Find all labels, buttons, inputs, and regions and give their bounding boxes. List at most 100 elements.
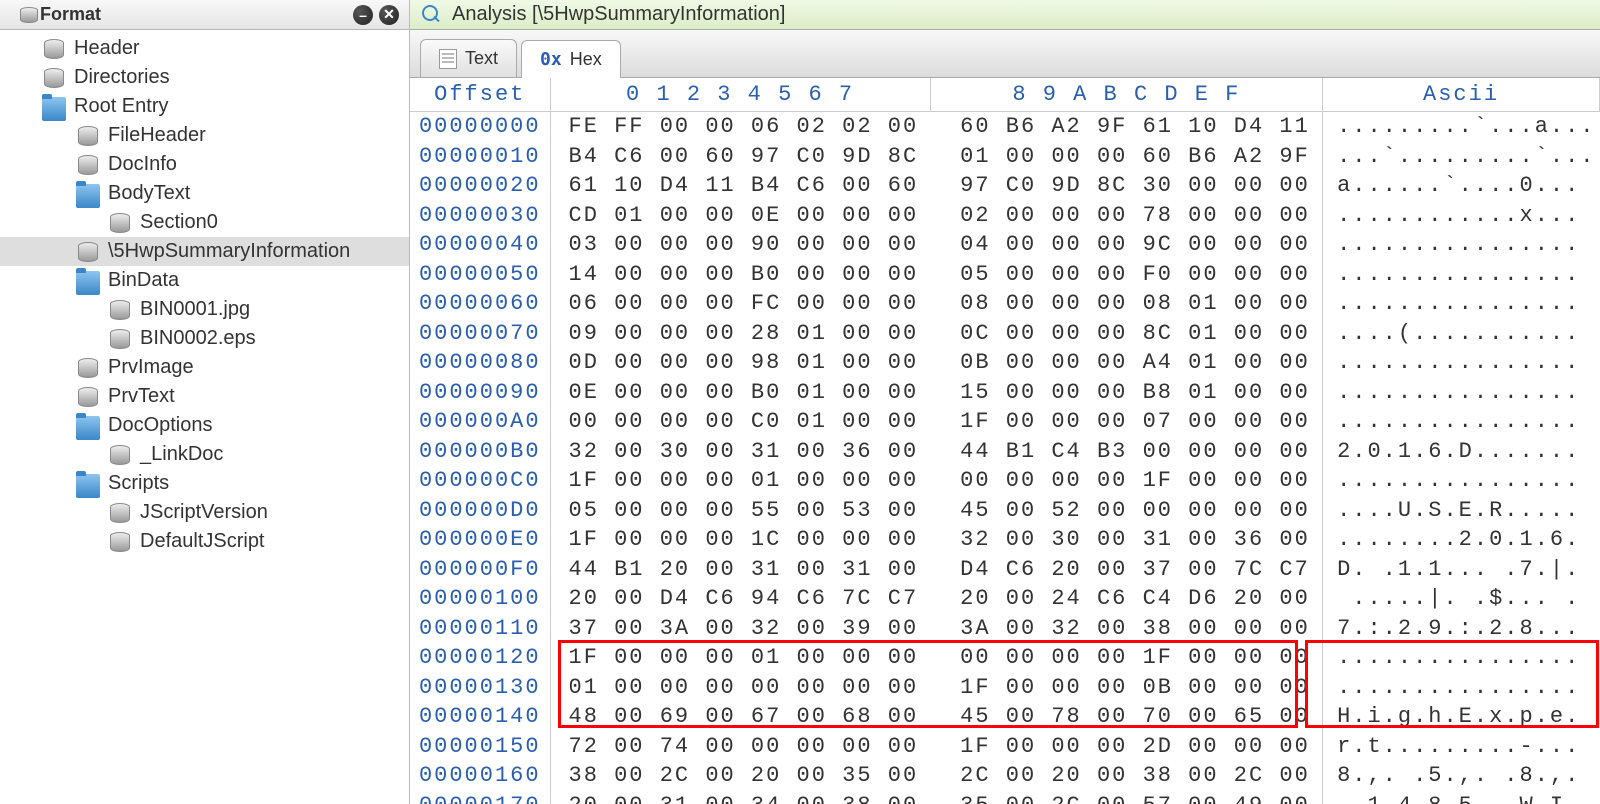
offset-cell: 00000130 bbox=[410, 673, 550, 703]
tree-node[interactable]: BodyText bbox=[0, 179, 409, 208]
tree-node[interactable]: Scripts bbox=[0, 469, 409, 498]
hex-cell: 00 00 00 00 C0 01 00 00 bbox=[550, 407, 930, 437]
offset-cell: 00000100 bbox=[410, 584, 550, 614]
ascii-cell: ................ bbox=[1323, 348, 1600, 378]
col-hex1: 0 1 2 3 4 5 6 7 bbox=[550, 78, 930, 112]
hex-cell: 15 00 00 00 B8 01 00 00 bbox=[930, 378, 1322, 408]
offset-cell: 00000020 bbox=[410, 171, 550, 201]
hex-table: Offset 0 1 2 3 4 5 6 7 8 9 A B C D E F A… bbox=[410, 78, 1600, 804]
hex-cell: 20 00 D4 C6 94 C6 7C C7 bbox=[550, 584, 930, 614]
tree-node[interactable]: Header bbox=[0, 34, 409, 63]
tree-label: Scripts bbox=[108, 472, 169, 495]
collapse-button[interactable]: – bbox=[353, 5, 373, 25]
hex-cell: 20 00 24 C6 C4 D6 20 00 bbox=[930, 584, 1322, 614]
tree-node[interactable]: DocOptions bbox=[0, 411, 409, 440]
hex-cell: 1F 00 00 00 0B 00 00 00 bbox=[930, 673, 1322, 703]
tree-label: FileHeader bbox=[108, 124, 206, 147]
hex-cell: 00 00 00 00 1F 00 00 00 bbox=[930, 643, 1322, 673]
tree-node[interactable]: Directories bbox=[0, 63, 409, 92]
hex-cell: 0C 00 00 00 8C 01 00 00 bbox=[930, 319, 1322, 349]
hex-row: 000000900E 00 00 00 B0 01 00 0015 00 00 … bbox=[410, 378, 1600, 408]
tab-hex[interactable]: 0x Hex bbox=[521, 40, 621, 78]
db-icon bbox=[76, 153, 100, 177]
tree-node[interactable]: JScriptVersion bbox=[0, 498, 409, 527]
hex-cell: 04 00 00 00 9C 00 00 00 bbox=[930, 230, 1322, 260]
offset-cell: 00000050 bbox=[410, 260, 550, 290]
db-icon bbox=[76, 356, 100, 380]
hex-cell: 00 00 00 00 1F 00 00 00 bbox=[930, 466, 1322, 496]
hex-cell: 06 00 00 00 FC 00 00 00 bbox=[550, 289, 930, 319]
offset-cell: 00000030 bbox=[410, 201, 550, 231]
close-button[interactable]: ✕ bbox=[379, 5, 399, 25]
db-icon bbox=[108, 327, 132, 351]
hex-cell: 44 B1 20 00 31 00 31 00 bbox=[550, 555, 930, 585]
hex-cell: 1F 00 00 00 07 00 00 00 bbox=[930, 407, 1322, 437]
offset-cell: 000000F0 bbox=[410, 555, 550, 585]
offset-cell: 00000060 bbox=[410, 289, 550, 319]
hex-row: 0000015072 00 74 00 00 00 00 001F 00 00 … bbox=[410, 732, 1600, 762]
ascii-cell: ................ bbox=[1323, 407, 1600, 437]
hex-row: 0000006006 00 00 00 FC 00 00 0008 00 00 … bbox=[410, 289, 1600, 319]
hex-cell: CD 01 00 00 0E 00 00 00 bbox=[550, 201, 930, 231]
db-icon bbox=[108, 501, 132, 525]
hex-cell: 20 00 31 00 34 00 38 00 bbox=[550, 791, 930, 804]
db-icon bbox=[108, 211, 132, 235]
ascii-cell: ................ bbox=[1323, 643, 1600, 673]
tree-label: PrvImage bbox=[108, 356, 194, 379]
tree-node[interactable]: PrvText bbox=[0, 382, 409, 411]
tree-node[interactable]: Section0 bbox=[0, 208, 409, 237]
offset-cell: 000000A0 bbox=[410, 407, 550, 437]
hex-row: 0000016038 00 2C 00 20 00 35 002C 00 20 … bbox=[410, 761, 1600, 791]
tree-node[interactable]: BIN0001.jpg bbox=[0, 295, 409, 324]
analysis-header: Analysis [\5HwpSummaryInformation] bbox=[410, 0, 1600, 30]
hex-cell: 37 00 3A 00 32 00 39 00 bbox=[550, 614, 930, 644]
analysis-panel: Analysis [\5HwpSummaryInformation] Text … bbox=[410, 0, 1600, 804]
analysis-title: Analysis [\5HwpSummaryInformation] bbox=[452, 3, 785, 26]
ascii-cell: H.i.g.h.E.x.p.e. bbox=[1323, 702, 1600, 732]
hex-cell: 45 00 52 00 00 00 00 00 bbox=[930, 496, 1322, 526]
ascii-cell: .....|. .$... . bbox=[1323, 584, 1600, 614]
tree-node[interactable]: _LinkDoc bbox=[0, 440, 409, 469]
tree-label: JScriptVersion bbox=[140, 501, 268, 524]
ascii-cell: ........2.0.1.6. bbox=[1323, 525, 1600, 555]
ascii-cell: D. .1.1... .7.|. bbox=[1323, 555, 1600, 585]
hex-row: 000000F044 B1 20 00 31 00 31 00D4 C6 20 … bbox=[410, 555, 1600, 585]
tree-node[interactable]: DefaultJScript bbox=[0, 527, 409, 556]
offset-cell: 00000150 bbox=[410, 732, 550, 762]
format-tree[interactable]: Header Directories Root Entry FileHeader Doc… bbox=[0, 30, 409, 804]
hex-row: 0000005014 00 00 00 B0 00 00 0005 00 00 … bbox=[410, 260, 1600, 290]
db-icon bbox=[76, 124, 100, 148]
tree-node[interactable]: DocInfo bbox=[0, 150, 409, 179]
db-icon bbox=[108, 443, 132, 467]
folder-icon bbox=[76, 271, 100, 295]
tree-node[interactable]: PrvImage bbox=[0, 353, 409, 382]
tree-node[interactable]: FileHeader bbox=[0, 121, 409, 150]
tree-node[interactable]: BIN0002.eps bbox=[0, 324, 409, 353]
hex-cell: 1F 00 00 00 2D 00 00 00 bbox=[930, 732, 1322, 762]
tree-node[interactable]: \5HwpSummaryInformation bbox=[0, 237, 409, 266]
hex-cell: 05 00 00 00 55 00 53 00 bbox=[550, 496, 930, 526]
tree-node[interactable]: BinData bbox=[0, 266, 409, 295]
tree-label: BIN0001.jpg bbox=[140, 298, 250, 321]
ascii-cell: ................ bbox=[1323, 289, 1600, 319]
hex-cell: 08 00 00 00 08 01 00 00 bbox=[930, 289, 1322, 319]
tree-label: Directories bbox=[74, 66, 170, 89]
offset-cell: 000000E0 bbox=[410, 525, 550, 555]
tree-node[interactable]: Root Entry bbox=[0, 92, 409, 121]
hex-cell: 45 00 78 00 70 00 65 00 bbox=[930, 702, 1322, 732]
hex-cell: 05 00 00 00 F0 00 00 00 bbox=[930, 260, 1322, 290]
text-icon bbox=[439, 49, 457, 69]
tree-label: DefaultJScript bbox=[140, 530, 265, 553]
tab-text[interactable]: Text bbox=[420, 39, 517, 77]
hex-viewer[interactable]: Offset 0 1 2 3 4 5 6 7 8 9 A B C D E F A… bbox=[410, 78, 1600, 804]
ascii-cell: 2.0.1.6.D....... bbox=[1323, 437, 1600, 467]
hex-row: 0000011037 00 3A 00 32 00 39 003A 00 32 … bbox=[410, 614, 1600, 644]
offset-cell: 000000B0 bbox=[410, 437, 550, 467]
offset-cell: 00000140 bbox=[410, 702, 550, 732]
hex-icon: 0x bbox=[540, 49, 562, 70]
hex-cell: 32 00 30 00 31 00 36 00 bbox=[930, 525, 1322, 555]
hex-row: 000001201F 00 00 00 01 00 00 0000 00 00 … bbox=[410, 643, 1600, 673]
ascii-cell: 7.:.2.9.:.2.8... bbox=[1323, 614, 1600, 644]
col-hex2: 8 9 A B C D E F bbox=[930, 78, 1322, 112]
hex-cell: 14 00 00 00 B0 00 00 00 bbox=[550, 260, 930, 290]
